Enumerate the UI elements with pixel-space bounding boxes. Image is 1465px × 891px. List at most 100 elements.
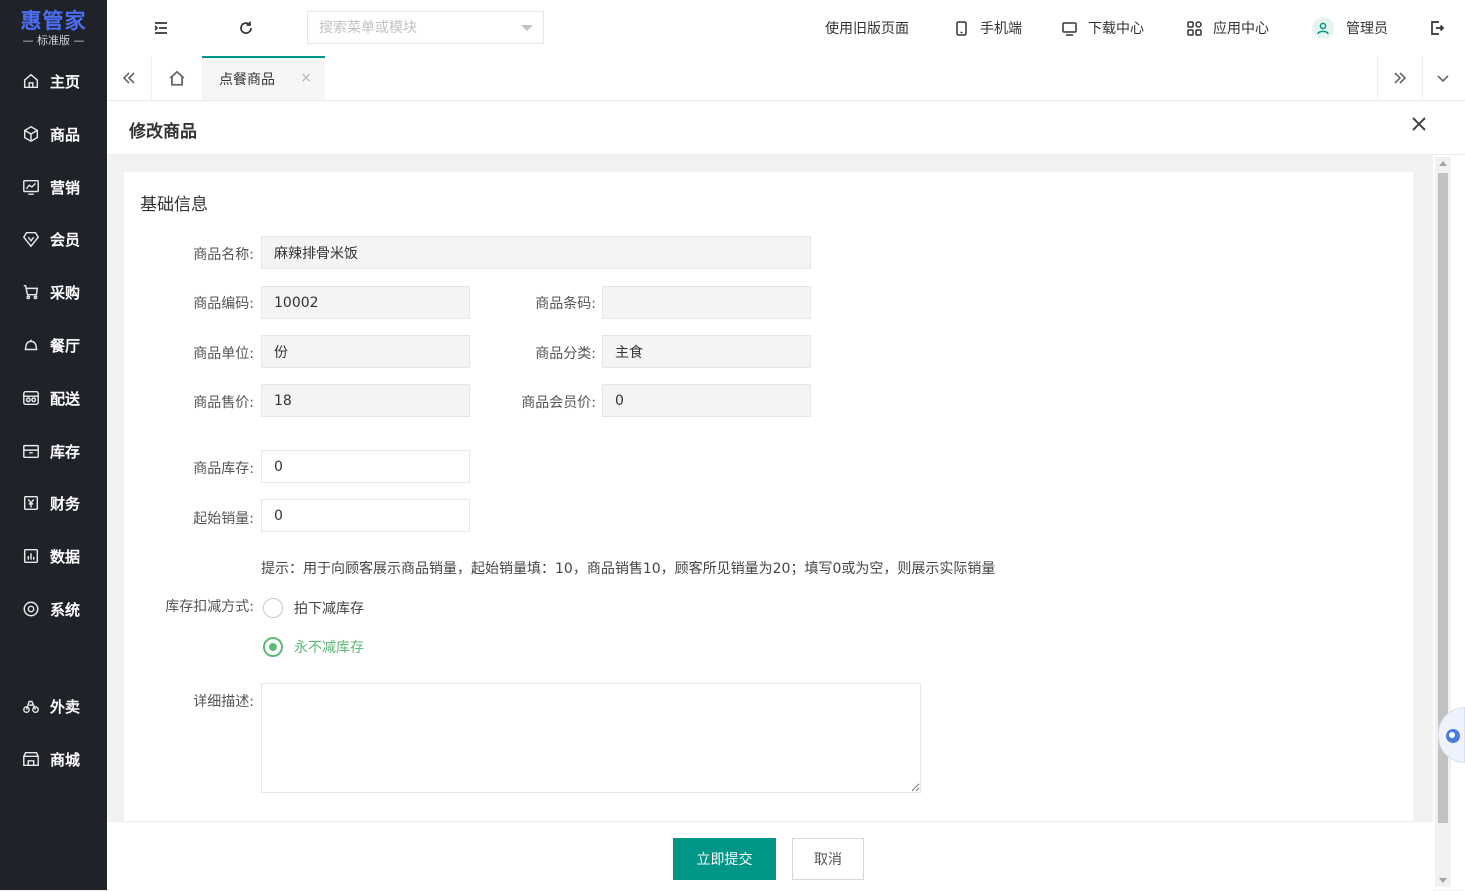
sidebar-item-label: 主页 xyxy=(50,72,81,91)
unit-label: 商品单位: xyxy=(193,346,254,362)
barcode-field[interactable] xyxy=(602,286,811,319)
sidebar-item-label: 系统 xyxy=(50,600,81,619)
stock-deduct-label: 库存扣减方式: xyxy=(165,599,254,615)
user-name: 管理员 xyxy=(1346,21,1388,37)
basic-info-card: 基础信息 商品名称: 商品编码: 商品条码: 商品单位: 商品分类: 商品售价:… xyxy=(124,172,1413,821)
user-icon xyxy=(1317,22,1329,35)
logo[interactable]: 惠管家 — 标准版 — xyxy=(0,0,107,56)
description-textarea[interactable] xyxy=(261,683,921,793)
sidebar-item-takeout[interactable]: 外卖 xyxy=(0,686,107,726)
old-page-label: 使用旧版页面 xyxy=(825,21,909,37)
price-field[interactable] xyxy=(261,384,470,417)
double-chevron-left-icon xyxy=(122,72,135,84)
member-price-label: 商品会员价: xyxy=(521,395,596,411)
initial-sales-input[interactable] xyxy=(261,499,470,532)
member-price-field[interactable] xyxy=(602,384,811,417)
home-icon xyxy=(21,71,41,91)
diamond-icon xyxy=(21,229,41,249)
radio-never-deduct[interactable]: 永不减库存 xyxy=(263,637,364,657)
sidebar-item-label: 餐厅 xyxy=(50,336,81,355)
tab-home[interactable] xyxy=(151,56,203,100)
tab-order-products[interactable]: 点餐商品 × xyxy=(202,56,325,100)
scroll-down-arrow[interactable] xyxy=(1439,878,1447,883)
radio-circle[interactable] xyxy=(263,637,283,657)
sidebar-item-label: 营销 xyxy=(50,178,81,197)
sidebar-item-label: 库存 xyxy=(50,442,81,461)
user-menu[interactable]: 管理员 xyxy=(1312,0,1388,56)
download-center-link[interactable]: 下载中心 xyxy=(1061,0,1144,56)
gear-icon xyxy=(21,599,41,619)
barcode-label: 商品条码: xyxy=(535,296,596,312)
sidebar-item-label: 财务 xyxy=(50,494,81,513)
submit-button[interactable]: 立即提交 xyxy=(673,838,776,880)
sidebar-item-system[interactable]: 系统 xyxy=(0,589,107,629)
mobile-label: 手机端 xyxy=(980,21,1022,37)
radio-label: 拍下减库存 xyxy=(294,601,364,617)
tabs-scroll-left-button[interactable] xyxy=(107,56,152,100)
sidebar-item-label: 外卖 xyxy=(50,697,81,716)
sidebar-item-inventory[interactable]: 库存 xyxy=(0,431,107,471)
archive-icon xyxy=(21,441,41,461)
box-icon xyxy=(21,124,41,144)
sidebar-item-members[interactable]: 会员 xyxy=(0,219,107,259)
chevron-down-icon xyxy=(1437,75,1449,83)
sidebar-item-purchase[interactable]: 采购 xyxy=(0,272,107,312)
sidebar: 惠管家 — 标准版 — 主页 商品 营销 会员 采购 餐厅 配送 库存 财务 数… xyxy=(0,0,107,890)
sidebar-item-finance[interactable]: 财务 xyxy=(0,483,107,523)
edit-product-panel: 修改商品 基础信息 商品名称: 商品编码: 商品条码: 商品单位: 商品分类: … xyxy=(107,101,1465,891)
chevron-down-icon[interactable] xyxy=(521,25,533,31)
radio-circle[interactable] xyxy=(263,598,283,618)
sidebar-item-delivery[interactable]: 配送 xyxy=(0,378,107,418)
cart-icon xyxy=(21,282,41,302)
close-icon[interactable] xyxy=(1411,116,1431,136)
assistant-icon xyxy=(1446,729,1460,743)
logout-icon[interactable] xyxy=(1427,18,1447,38)
sidebar-item-label: 配送 xyxy=(50,389,81,408)
category-label: 商品分类: xyxy=(535,346,596,362)
sidebar-item-home[interactable]: 主页 xyxy=(0,61,107,101)
tabs-scroll-right-button[interactable] xyxy=(1377,56,1423,100)
old-page-link[interactable]: 使用旧版页面 xyxy=(825,0,909,56)
scrollbar[interactable] xyxy=(1435,157,1451,887)
monitor-icon xyxy=(1062,21,1077,36)
sidebar-item-label: 商城 xyxy=(50,750,81,769)
stock-input[interactable] xyxy=(261,450,470,483)
shop-icon xyxy=(21,749,41,769)
chart-icon xyxy=(21,177,41,197)
form-scroll-area: 基础信息 商品名称: 商品编码: 商品条码: 商品单位: 商品分类: 商品售价:… xyxy=(107,155,1433,821)
search-box[interactable] xyxy=(307,11,544,44)
menu-collapse-icon[interactable] xyxy=(151,18,171,38)
initial-sales-label: 起始销量: xyxy=(193,511,254,527)
home-icon xyxy=(169,70,184,86)
avatar xyxy=(1312,17,1334,39)
description-label: 详细描述: xyxy=(193,694,254,710)
sidebar-item-label: 商品 xyxy=(50,125,81,144)
sidebar-item-label: 采购 xyxy=(50,283,81,302)
sidebar-item-mall[interactable]: 商城 xyxy=(0,739,107,779)
tabs-dropdown-button[interactable] xyxy=(1421,56,1465,100)
search-input[interactable] xyxy=(308,18,521,37)
logo-subtitle: — 标准版 — xyxy=(22,33,85,47)
bell-icon xyxy=(21,335,41,355)
radio-deduct-on-order[interactable]: 拍下减库存 xyxy=(263,598,364,618)
sidebar-item-marketing[interactable]: 营销 xyxy=(0,167,107,207)
product-code-label: 商品编码: xyxy=(193,296,254,312)
sidebar-item-products[interactable]: 商品 xyxy=(0,114,107,154)
product-name-field[interactable] xyxy=(261,236,811,269)
cancel-button[interactable]: 取消 xyxy=(792,838,864,880)
unit-field[interactable] xyxy=(261,335,470,368)
product-name-label: 商品名称: xyxy=(193,247,254,263)
close-icon[interactable]: × xyxy=(300,70,312,86)
double-chevron-right-icon xyxy=(1394,72,1407,84)
refresh-icon[interactable] xyxy=(236,18,256,38)
top-bar: 使用旧版页面 手机端 下载中心 应用中心 管理员 xyxy=(107,0,1465,57)
category-field[interactable] xyxy=(602,335,811,368)
sidebar-item-restaurant[interactable]: 餐厅 xyxy=(0,325,107,365)
sidebar-item-data[interactable]: 数据 xyxy=(0,536,107,576)
product-code-field[interactable] xyxy=(261,286,470,319)
app-center-label: 应用中心 xyxy=(1213,21,1269,37)
mobile-link[interactable]: 手机端 xyxy=(953,0,1022,56)
apps-grid-icon xyxy=(1187,20,1202,36)
scroll-up-arrow[interactable] xyxy=(1439,161,1447,166)
app-center-link[interactable]: 应用中心 xyxy=(1186,0,1269,56)
